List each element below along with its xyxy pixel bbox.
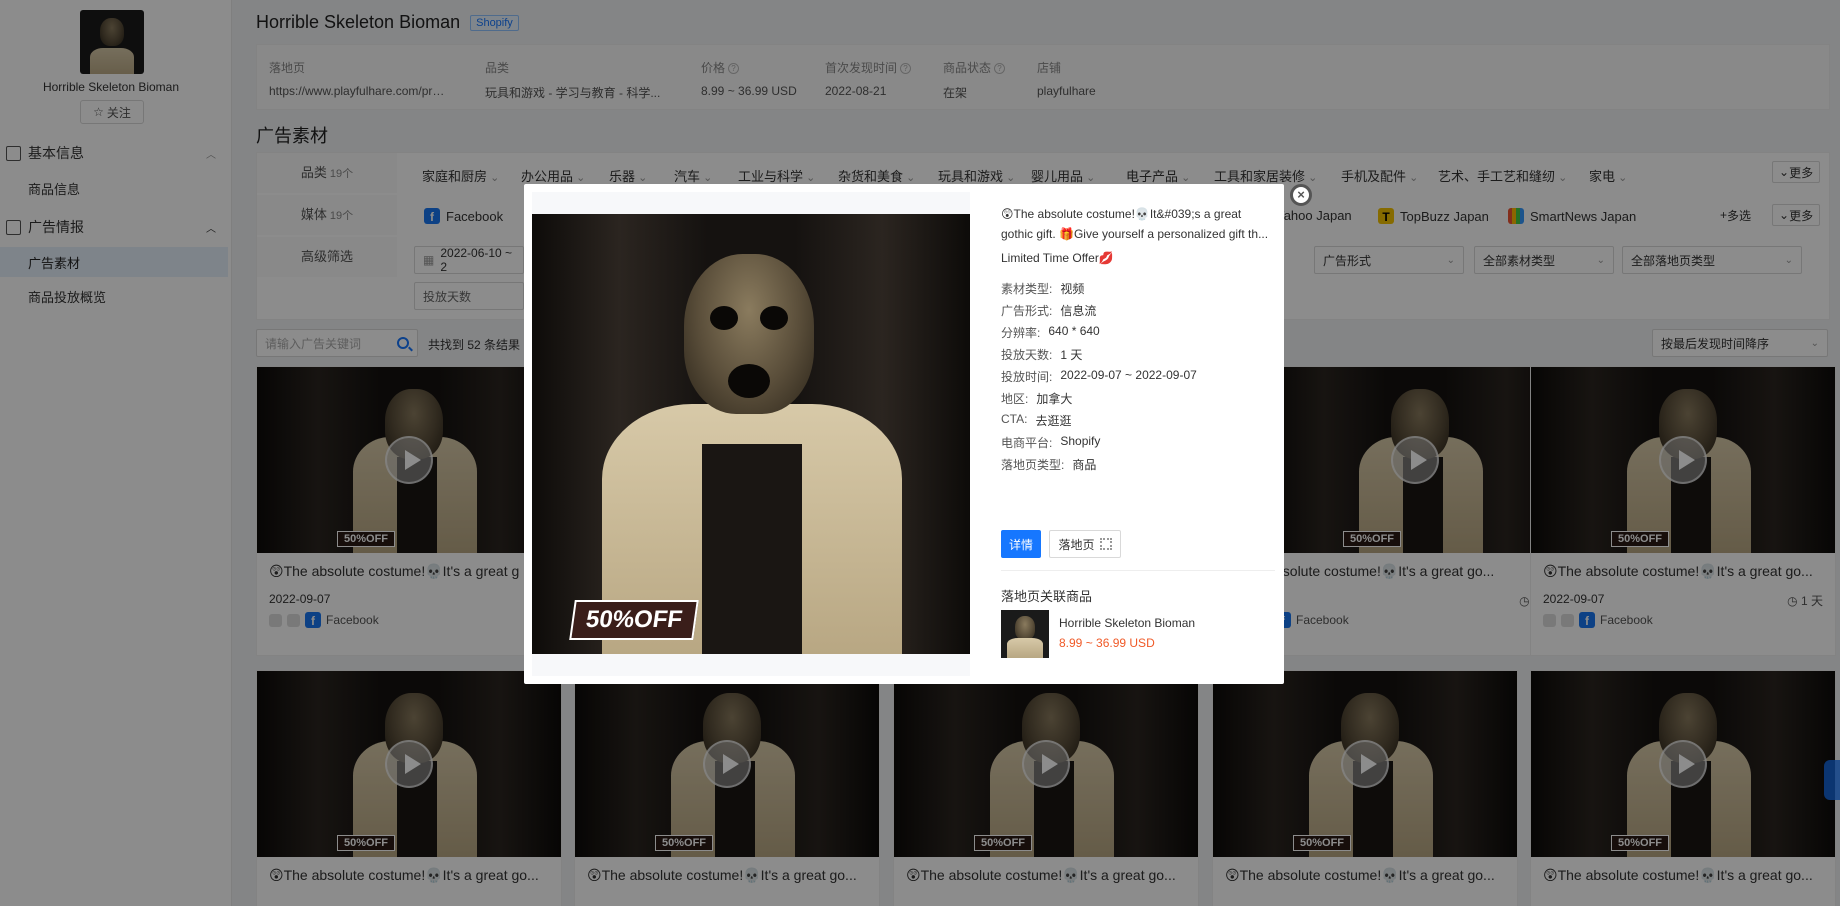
detail-button[interactable]: 详情	[1001, 530, 1041, 558]
landing-page-button[interactable]: 落地页	[1049, 530, 1121, 558]
ad-detail-modal: 50%OFF 😲The absolute costume!💀It&#039;s …	[524, 184, 1284, 684]
related-products-title: 落地页关联商品	[1001, 589, 1093, 604]
close-icon[interactable]: ×	[1290, 184, 1312, 206]
qr-code-icon	[1099, 538, 1112, 550]
discount-badge: 50%OFF	[569, 600, 699, 640]
related-product-price: 8.99 ~ 36.99 USD	[1059, 636, 1155, 650]
related-product-name[interactable]: Horrible Skeleton Bioman	[1059, 616, 1195, 630]
ad-description: 😲The absolute costume!💀It&#039;s a great…	[1001, 207, 1269, 265]
ad-video-player[interactable]: 50%OFF	[532, 214, 970, 654]
ad-attributes: 素材类型: 视频 广告形式: 信息流 分辨率: 640 * 640 投放天数: 1 天 …	[1001, 282, 1197, 472]
related-product-thumbnail[interactable]	[1001, 610, 1049, 658]
